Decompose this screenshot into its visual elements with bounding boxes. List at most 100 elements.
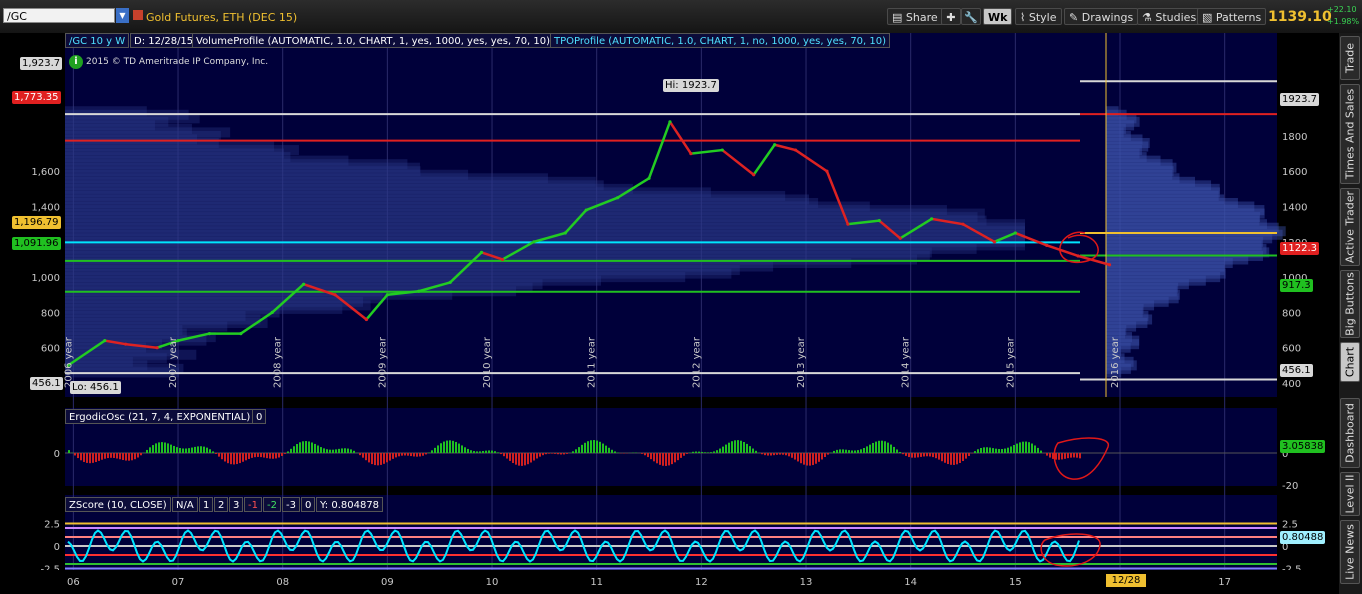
osc-bar [74,453,76,456]
symbol-input[interactable]: /GC [3,8,115,23]
info-icon[interactable]: i [69,55,83,69]
osc-bar [212,451,214,453]
studies-button[interactable]: ⚗ Studies [1137,8,1202,25]
patterns-button[interactable]: ▧ Patterns [1197,8,1267,25]
tab-big-buttons[interactable]: Big Buttons [1340,270,1360,338]
style-button[interactable]: ⌇ Style [1015,8,1062,25]
osc-bar [899,451,901,453]
year-label: 2015 year [1005,336,1016,388]
osc-bar [449,440,451,453]
osc-bar [1070,453,1072,458]
osc-bar [209,449,211,453]
osc-bar [185,448,187,453]
osc-bar [935,453,937,459]
zscore-title[interactable]: ZScore (10, CLOSE) [65,497,171,512]
osc-bar [314,443,316,453]
tab-times-and-sales[interactable]: Times And Sales [1340,84,1360,184]
zscore-axis-right: 2.5 [1282,520,1298,531]
osc-bar [320,447,322,453]
price-point [961,222,965,226]
price-point [647,176,651,180]
tab-trade[interactable]: Trade [1340,36,1360,80]
tab-dashboard[interactable]: Dashboard [1340,398,1360,468]
osc-bar [701,451,703,453]
price-point [302,282,306,286]
osc-bar [941,453,943,462]
osc-bar [404,453,406,456]
wrench-icon[interactable]: 🔧 [961,8,981,25]
zscore-btn-3[interactable]: 3 [229,497,244,512]
osc-bar [707,452,709,453]
volume-profile-label[interactable]: VolumeProfile (AUTOMATIC, 1.0, CHART, 1,… [192,33,555,48]
zscore-btn-0[interactable]: 0 [301,497,316,512]
osc-bar [278,453,280,458]
zscore-btn-neg1[interactable]: -1 [244,497,262,512]
price-point [155,346,159,350]
price-tick-right: 1400 [1282,203,1307,214]
osc-bar [593,440,595,453]
price-tick-left: 800 [41,308,60,319]
osc-bar [179,448,181,453]
zscore-btn-neg2[interactable]: -2 [263,497,281,512]
osc-bar [572,451,574,453]
osc-bar [362,453,364,458]
osc-bar [785,453,787,456]
tab-chart[interactable]: Chart [1340,342,1360,382]
osc-bar [512,453,514,464]
symbol-dropdown-icon[interactable]: ▼ [116,8,129,23]
osc-bar [401,453,403,456]
oscillator-title[interactable]: ErgodicOsc (21, 7, 4, EXPONENTIAL) [65,409,255,424]
osc-bar [917,453,919,458]
last-price: 1139.10 [1268,9,1332,25]
price-point [930,217,934,221]
osc-bar [887,442,889,453]
osc-bar [797,453,799,462]
osc-bar [776,453,778,455]
share-button[interactable]: ▤ Share [887,8,943,25]
zscore-btn-2[interactable]: 2 [214,497,229,512]
osc-bar [170,444,172,453]
osc-bar [290,448,292,453]
osc-bar [548,453,550,454]
osc-bar [590,440,592,453]
tab-level-ii[interactable]: Level II [1340,472,1360,516]
osc-bar [131,453,133,461]
osc-bar [434,447,436,453]
osc-bar [248,453,250,459]
zscore-btn-neg3[interactable]: -3 [282,497,300,512]
tab-live-news[interactable]: Live News [1340,520,1360,584]
osc-bar [77,453,79,459]
price-point [500,257,505,262]
osc-bar [296,444,298,453]
time-tick: 13 [800,577,813,588]
tab-active-trader[interactable]: Active Trader [1340,188,1360,266]
osc-bar [473,451,475,453]
tpo-profile-label[interactable]: TPOProfile (AUTOMATIC, 1.0, CHART, 1, no… [550,33,891,48]
osc-bar [386,453,388,463]
osc-bar [86,453,88,463]
osc-bar [581,444,583,453]
osc-bar [704,452,706,453]
zscore-value-label: 0.80488 [1280,531,1326,544]
osc-bar [959,453,961,463]
osc-bar [722,446,724,453]
crosshair-icon[interactable]: ✚ [941,8,961,25]
osc-bar [281,453,283,456]
drawings-button[interactable]: ✎ Drawings [1064,8,1139,25]
osc-bar [842,449,844,453]
osc-bar [1016,443,1018,453]
osc-bar [563,453,565,455]
price-tick-left: 600 [41,344,60,355]
osc-bar [440,443,442,453]
osc-bar [782,453,784,455]
osc-bar [908,453,910,458]
osc-bar [578,447,580,453]
zscore-y-value: Y: 0.804878 [316,497,384,512]
zscore-btn-1[interactable]: 1 [199,497,214,512]
osc-bar [389,453,391,461]
osc-bar [683,453,685,456]
osc-bar [995,448,997,453]
osc-bar [1040,450,1042,453]
week-aggregation-button[interactable]: Wk [983,8,1013,25]
time-tick: 07 [172,577,185,588]
